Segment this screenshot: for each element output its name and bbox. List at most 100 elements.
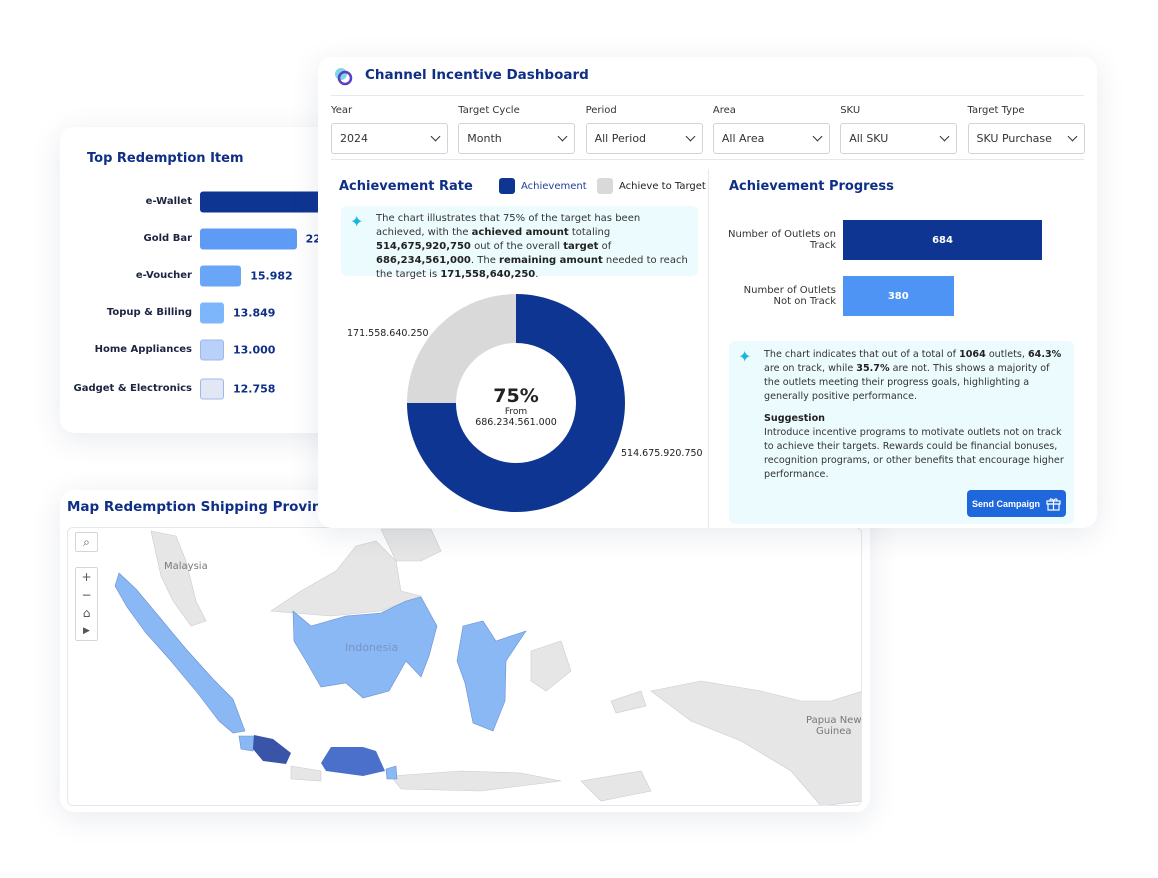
filter-select[interactable]: All Area [712,123,830,154]
progress-bar-value: 684 [932,234,953,246]
legend-swatch [597,178,613,194]
bar-label: e-Wallet [145,196,192,207]
achievement-rate-title: Achievement Rate [339,179,473,194]
filter-label: Year [331,105,353,116]
dashboard-card: Channel Incentive Dashboard Year 2024 Ta… [318,57,1097,528]
center-from: From [504,407,528,417]
bar-label: Gold Bar [143,233,192,244]
redemption-bar-row: e-Voucher 15.982 [60,261,350,291]
donut-center: 75% From 686.234.561.000 [466,385,566,428]
redemption-bar-row: e-Wallet [60,187,400,217]
bar[interactable] [200,378,224,400]
button-label: Send Campaign [971,498,1040,509]
filter-select[interactable]: Month [458,123,576,154]
bar[interactable] [200,302,224,324]
map-search-button[interactable]: ⌕ [75,532,98,552]
map-label-malaysia: Malaysia [164,561,208,572]
legend-achieve-to-target[interactable]: Achieve to Target [597,178,706,194]
home-icon[interactable]: ⌂ [76,604,97,622]
bar-label: Home Appliances [94,344,192,355]
bar[interactable] [200,265,242,287]
progress-bar-label: Number of Outlets Not on Track [743,285,836,307]
bar-label: Topup & Billing [106,307,192,318]
bar[interactable] [200,228,297,250]
chevron-down-icon [812,131,823,142]
center-total: 686.234.561.000 [475,417,557,428]
send-campaign-button[interactable]: Send Campaign [967,490,1066,517]
filter-label: Area [712,105,736,116]
divider [331,95,1084,96]
filter-period: Period All Period [585,105,703,154]
legend-label: Achievement [521,180,587,192]
region-west-java [253,735,291,764]
sparkle-icon: ✦ [738,347,752,366]
bar-label: e-Voucher [135,270,192,281]
chevron-down-icon [939,131,950,142]
remaining-data-label: 171.558.640.250 [347,328,429,339]
png-line: Papua New [806,715,862,726]
indonesia-map[interactable]: Malaysia Indonesia Papua New Guinea [68,528,862,806]
map-label-indonesia: Indonesia [345,641,398,654]
filter-select[interactable]: 2024 [331,123,448,154]
filter-value: Month [467,132,502,145]
chevron-down-icon [430,131,441,142]
top-redemption-card: Top Redemption Item e-Wallet Gold Bar 22… [60,127,400,433]
filter-label: Target Type [967,105,1025,116]
divider [331,159,1084,160]
filter-area: Area All Area [712,105,830,154]
filter-value: 2024 [340,132,368,145]
sparkle-icon: ✦ [350,212,364,231]
filter-label: SKU [840,105,861,116]
bar-value: 13.849 [233,306,276,320]
filter-select[interactable]: All Period [585,123,703,154]
divider [708,169,709,528]
map-title: Map Redemption Shipping Provinc [67,499,330,515]
suggestion-title: Suggestion [764,413,825,424]
redemption-bar-row: Gold Bar 22. [60,224,350,254]
progress-bar[interactable]: 684 [843,220,1042,260]
bar-value: 12.758 [233,382,276,396]
suggestion-text: Introduce incentive programs to motivate… [764,427,1064,480]
center-percentage: 75% [493,385,539,407]
page-title: Channel Incentive Dashboard [365,67,589,83]
filter-year: Year 2024 [331,105,448,154]
region-bali [385,765,398,780]
map[interactable]: Malaysia Indonesia Papua New Guinea ⌕ + −… [67,527,862,806]
region-east-java [321,747,385,776]
card-title: Top Redemption Item [87,151,244,166]
filter-target-cycle: Target Cycle Month [458,105,576,154]
bar-label: Gadget & Electronics [73,383,193,394]
redemption-bar-row: Home Appliances 13.000 [60,335,350,365]
progress-bar-value: 380 [887,290,909,302]
filter-label: Period [585,105,617,116]
progress-bar-label: Number of Outlets on Track [728,229,836,251]
bar-value: 13.000 [233,343,276,357]
chevron-down-icon [685,131,696,142]
filter-target-type: Target Type SKU Purchase [967,105,1085,154]
filter-label: Target Cycle [458,105,520,116]
zoom-in-icon[interactable]: + [76,568,97,586]
bar-value: 15.982 [250,269,293,283]
map-controls: + − ⌂ ▶ [75,567,98,641]
zoom-out-icon[interactable]: − [76,586,97,604]
filter-value: All Area [721,132,765,145]
chevron-down-icon [1067,131,1077,142]
progress-bar[interactable]: 380 [843,276,954,316]
bar[interactable] [200,339,224,361]
legend-swatch [499,178,515,194]
legend-label: Achieve to Target [619,180,706,192]
achievement-progress-title: Achievement Progress [729,179,894,194]
filter-sku: SKU All SKU [840,105,958,154]
gift-icon [1046,497,1061,511]
achieved-data-label: 514.675.920.750 [621,448,703,459]
play-icon[interactable]: ▶ [76,622,97,640]
region-sulawesi [456,620,527,732]
region-banten [238,735,255,752]
filter-value: All Period [594,132,647,145]
filter-value: SKU Purchase [976,132,1052,145]
legend-achievement[interactable]: Achievement [499,178,587,194]
filter-select[interactable]: SKU Purchase [967,123,1085,154]
search-icon[interactable]: ⌕ [76,533,97,551]
redemption-bar-row: Topup & Billing 13.849 [60,298,350,328]
filter-select[interactable]: All SKU [840,123,958,154]
